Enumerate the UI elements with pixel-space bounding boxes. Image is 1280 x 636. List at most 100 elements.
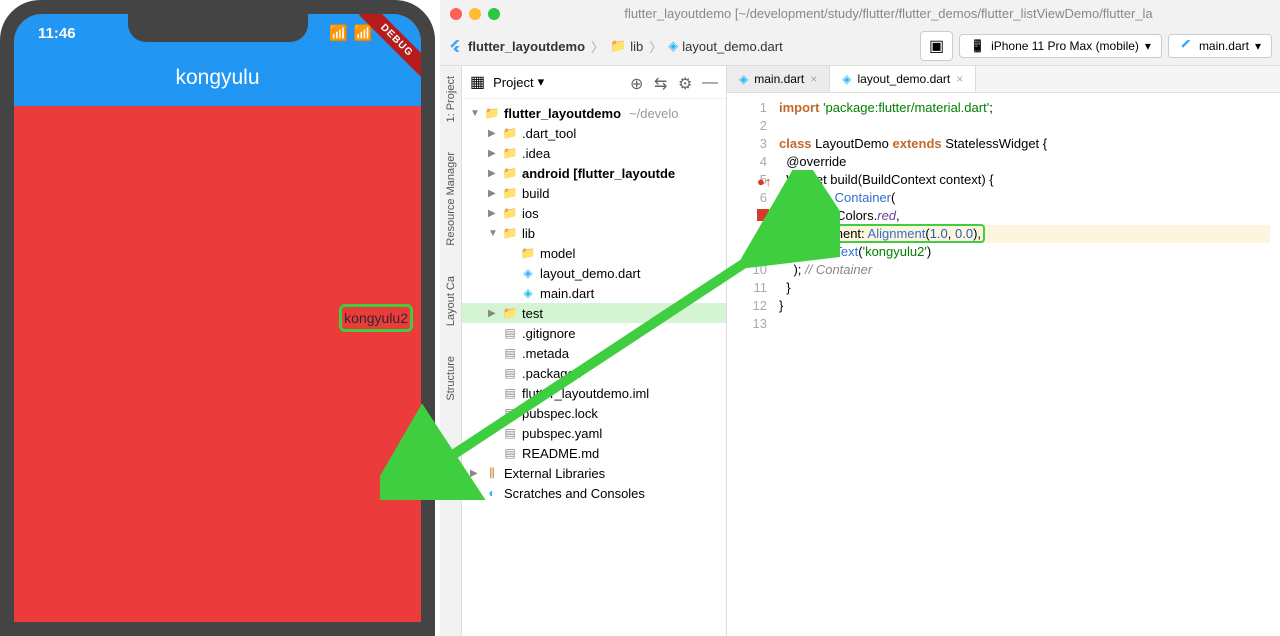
code-line[interactable]: return Container( — [779, 189, 1280, 207]
window-close-icon[interactable] — [450, 8, 462, 20]
code-line[interactable]: Widget build(BuildContext context) { — [779, 171, 1280, 189]
tree-item[interactable]: ◈main.dart — [462, 283, 726, 303]
side-tab-resource[interactable]: Resource Manager — [445, 152, 457, 246]
tree-item[interactable]: ▶📁ios — [462, 203, 726, 223]
side-tab-project[interactable]: 1: Project — [445, 76, 457, 122]
tree-label: test — [522, 306, 543, 321]
gear-icon[interactable]: ⚙ — [678, 74, 694, 90]
code-line[interactable]: alignment: Alignment(1.0, 0.0), — [779, 225, 1280, 243]
body-text-annotated: kongyulu2 — [339, 304, 413, 332]
code-line[interactable]: import 'package:flutter/material.dart'; — [779, 99, 1280, 117]
file-icon: ▤ — [502, 425, 518, 441]
side-tab-layout[interactable]: Layout Ca — [445, 276, 457, 326]
tree-item[interactable]: ▤pubspec.lock — [462, 403, 726, 423]
code-line[interactable] — [779, 117, 1280, 135]
window-zoom-icon[interactable] — [488, 8, 500, 20]
chevron-down-icon: ▾ — [538, 74, 545, 90]
tree-root[interactable]: ▼ 📁 flutter_layoutdemo ~/develo — [462, 103, 726, 123]
chevron-icon: ▶ — [488, 308, 498, 319]
dart-icon: ◈ — [842, 72, 851, 86]
file-icon: ▤ — [502, 365, 518, 381]
scratch-icon: ◐ — [484, 485, 500, 501]
editor-tab-layout[interactable]: ◈ layout_demo.dart × — [830, 66, 976, 92]
dart-icon: ◈ — [520, 285, 536, 301]
gutter-line: 10 — [731, 261, 767, 279]
chevron-icon: ▶ — [488, 208, 498, 219]
status-time: 11:46 — [38, 25, 76, 42]
tree-item[interactable]: ▤README.md — [462, 443, 726, 463]
tree-label: .packages — [522, 366, 581, 381]
code-line[interactable]: @override — [779, 153, 1280, 171]
tree-item[interactable]: ▶⫼External Libraries — [462, 463, 726, 483]
gutter-line: 1 — [731, 99, 767, 117]
run-config-selector[interactable]: main.dart ▾ — [1168, 34, 1272, 58]
tree-label: lib — [522, 226, 535, 241]
gutter-line: 12 — [731, 297, 767, 315]
tree-item[interactable]: ▶📁test — [462, 303, 726, 323]
tree-item[interactable]: ▤ .packages — [462, 363, 726, 383]
side-tab-structure[interactable]: Structure — [445, 356, 457, 401]
window-minimize-icon[interactable] — [469, 8, 481, 20]
tree-item[interactable]: ▼📁lib — [462, 223, 726, 243]
tree-item[interactable]: ▶📁.idea — [462, 143, 726, 163]
chevron-down-icon: ▾ — [1255, 39, 1261, 53]
chevron-icon: ▶ — [488, 168, 498, 179]
code[interactable]: import 'package:flutter/material.dart'; c… — [779, 93, 1280, 636]
tree-item[interactable]: ▤.gitignore — [462, 323, 726, 343]
color-swatch-icon — [757, 209, 769, 221]
file-icon: ▤ — [502, 325, 518, 341]
tree-label: Scratches and Consoles — [504, 486, 645, 501]
project-title[interactable]: Project ▾ — [493, 74, 622, 90]
breadcrumb-lib[interactable]: lib — [630, 39, 643, 54]
tree-item[interactable]: ◐ Scratches and Consoles — [462, 483, 726, 503]
code-line[interactable]: } — [779, 279, 1280, 297]
tree-item[interactable]: ◈layout_demo.dart — [462, 263, 726, 283]
tree-item[interactable]: ▤pubspec.yaml — [462, 423, 726, 443]
breadcrumb[interactable]: flutter_layoutdemo 〉 📁 lib 〉 ◈ layout_de… — [468, 37, 783, 56]
chevron-right-icon: 〉 — [649, 37, 662, 56]
code-line[interactable]: child: Text('kongyulu2') — [779, 243, 1280, 261]
tree-item[interactable]: ▤flutter_layoutdemo.iml — [462, 383, 726, 403]
close-icon[interactable]: × — [956, 72, 963, 86]
gutter-line: 9 — [731, 243, 767, 261]
phone-screen: 11:46 📶 📶 🔋 kongyulu DEBUG kongyulu2 — [14, 14, 421, 622]
code-line[interactable]: class LayoutDemo extends StatelessWidget… — [779, 135, 1280, 153]
tree-label: .dart_tool — [522, 126, 576, 141]
code-line[interactable]: ); // Container — [779, 261, 1280, 279]
locate-icon[interactable]: ⊕ — [630, 74, 646, 90]
code-line[interactable]: } — [779, 297, 1280, 315]
window-title: flutter_layoutdemo [~/development/study/… — [507, 6, 1270, 21]
code-line[interactable]: color: Colors.red, — [779, 207, 1280, 225]
tree-item[interactable]: ▶📁.dart_tool — [462, 123, 726, 143]
code-editor[interactable]: 12345●↑678910111213 import 'package:flut… — [727, 93, 1280, 636]
chevron-icon: ▶ — [470, 468, 480, 479]
tree-label: External Libraries — [504, 466, 605, 481]
nav-bar: flutter_layoutdemo 〉 📁 lib 〉 ◈ layout_de… — [440, 27, 1280, 66]
tree-item[interactable]: ▶📁build — [462, 183, 726, 203]
dart-icon: ◈ — [668, 38, 678, 54]
tree-label: model — [540, 246, 575, 261]
title-bar: flutter_layoutdemo [~/development/study/… — [440, 0, 1280, 27]
breadcrumb-file[interactable]: layout_demo.dart — [682, 39, 782, 54]
collapse-icon[interactable]: ⇆ — [654, 74, 670, 90]
tree-item[interactable]: ▤.metada — [462, 343, 726, 363]
notch — [128, 14, 308, 42]
device-selector[interactable]: 📱 iPhone 11 Pro Max (mobile) ▾ — [959, 34, 1162, 58]
tree-item[interactable]: ▶📁android [flutter_layoutde — [462, 163, 726, 183]
breadcrumb-root[interactable]: flutter_layoutdemo — [468, 39, 585, 54]
dart-icon: ◈ — [520, 265, 536, 281]
editor-area: ◈ main.dart × ◈ layout_demo.dart × 12345… — [727, 66, 1280, 636]
tree-label: .metada — [522, 346, 569, 361]
gutter-line: 6 — [731, 189, 767, 207]
project-tree[interactable]: ▼ 📁 flutter_layoutdemo ~/develo ▶📁.dart_… — [462, 99, 726, 636]
editor-tab-main[interactable]: ◈ main.dart × — [727, 66, 830, 92]
project-view-icon: ▦ — [470, 72, 485, 92]
phone-simulator: 11:46 📶 📶 🔋 kongyulu DEBUG kongyulu2 — [0, 0, 435, 636]
run-target-icon[interactable]: ▣ — [920, 31, 953, 61]
gutter-line: 5●↑ — [731, 171, 767, 189]
tree-item[interactable]: 📁model — [462, 243, 726, 263]
code-line[interactable] — [779, 315, 1280, 333]
hide-icon[interactable]: — — [702, 74, 718, 90]
chevron-down-icon: ▼ — [470, 108, 480, 119]
close-icon[interactable]: × — [810, 72, 817, 86]
